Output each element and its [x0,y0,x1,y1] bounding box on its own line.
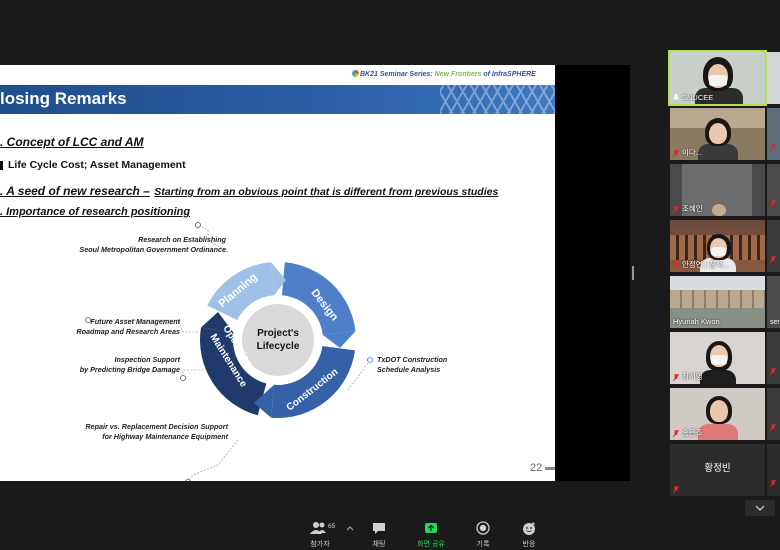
participant-face [712,204,726,216]
anchor-dot [180,375,186,381]
participant-tile-4[interactable]: 안정연 | 참석... [670,220,765,272]
participant-strip-tile[interactable] [767,52,780,104]
annotation-roadmap-line-2: Roadmap and Research Areas [76,327,180,336]
mic-muted-icon [673,206,679,214]
mic-muted-icon [769,419,777,437]
reactions-label: 반응 [522,541,536,548]
participant-body [698,424,738,440]
participant-tile-7[interactable]: 송은조 [670,388,765,440]
participant-tile-6[interactable]: 최서영 [670,332,765,384]
annotation-ordinance-line-1: Research on Establishing [138,235,226,244]
participant-strip-tile[interactable] [767,444,780,496]
participant-name: 이다... [682,148,703,157]
participant-tile-hyunah-kwon[interactable]: Hyunah Kwon [670,276,765,328]
participant-strip-tile[interactable] [767,388,780,440]
participant-strip-tile[interactable] [767,108,780,160]
record-button[interactable]: 기록 [463,520,503,548]
annotation-inspection-line-1: Inspection Support [114,355,180,364]
center-label-2: Lifecycle [257,341,300,352]
share-screen-icon [425,523,437,533]
participant-mask [709,75,727,86]
participant-face [709,123,727,144]
participant-tile-3[interactable]: 조혜인 [670,164,765,216]
participant-strip-tile[interactable] [767,220,780,272]
participant-name: 조혜인 [682,204,703,213]
participant-strip-tile[interactable] [767,332,780,384]
participant-name: Hyunah Kwon [673,317,720,326]
mic-muted-icon [769,251,777,269]
mic-muted-icon [673,150,679,158]
reactions-button[interactable]: 반응 [509,520,549,548]
chat-label: 채팅 [372,541,386,548]
participant-display-name: 황정빈 [704,463,731,474]
anchor-dot [367,357,373,363]
participant-body [698,144,738,160]
slide-page-number: 22 [530,462,543,474]
participant-name: 최서영 [682,372,703,381]
share-screen-button[interactable]: 화면 공유 [411,520,451,548]
chat-button[interactable]: 채팅 [359,520,399,548]
center-label-1: Project's [257,328,299,339]
participant-body [700,370,736,384]
annotation-roadmap-line-1: Future Asset Management [90,317,180,326]
page-indicator-bar [545,467,555,470]
participant-name: sen [770,319,780,326]
annotation-repair: Repair vs. Replacement Decision Support … [60,422,228,442]
mic-on-icon [673,94,679,101]
annotation-inspection: Inspection Support by Predicting Bridge … [60,355,180,375]
reactions-icon [523,522,535,535]
participant-name: 송은조 [682,428,703,437]
participant-strip-tile-sen[interactable]: sen [767,276,780,328]
background-building [670,290,765,308]
mic-muted-icon [673,486,679,494]
participants-label: 참가자 [310,541,330,548]
annotation-txdot-line-2: Schedule Analysis [377,365,441,374]
split-resize-handle[interactable] [632,266,634,280]
record-label: 기록 [476,541,490,548]
gallery-collapse-button[interactable] [745,500,775,516]
chevron-down-icon [755,505,765,511]
participant-tile-no-video[interactable]: 황정빈 [670,444,765,496]
annotation-ordinance-line-2: Seoul Metropolitan Government Ordinance [79,245,226,254]
participant-mask [711,247,726,256]
participant-name: 안정연 | 참석... [682,260,729,269]
participant-tile-snucee[interactable]: SNUCEE [668,50,767,106]
mic-muted-icon [769,139,777,157]
annotation-repair-line-1: Repair vs. Replacement Decision Support [85,422,228,431]
mic-muted-icon [769,363,777,381]
connector-line [187,439,239,481]
mic-muted-icon [673,374,679,382]
anchor-dot [185,479,191,481]
annotation-txdot: TxDOT Construction Schedule Analysis [377,355,487,375]
participant-face [710,400,728,422]
connector-line [182,369,203,378]
chat-icon [373,523,385,534]
participant-name: SNUCEE [682,93,714,102]
annotation-inspection-line-2: by Predicting Bridge Damage [79,365,180,374]
share-screen-label: 화면 공유 [417,541,445,548]
lifecycle-diagram: Project's Lifecycle Planning Design Cons… [85,222,373,481]
participant-tile-2[interactable]: 이다... [670,108,765,160]
participant-strip-tile[interactable] [767,164,780,216]
annotation-txdot-line-1: TxDOT Construction [377,355,448,364]
mic-muted-icon [769,475,777,493]
annotation-repair-line-2: for Highway Maintenance Equipment [102,432,228,441]
annotation-roadmap: Future Asset Management Roadmap and Rese… [60,317,180,337]
record-icon [476,521,490,535]
mic-muted-icon [673,430,679,438]
anchor-dot [195,222,201,228]
mic-muted-icon [769,195,777,213]
participant-mask [711,355,727,365]
annotation-ordinance: Research on Establishing Seoul Metropoli… [60,235,226,255]
mic-muted-icon [673,262,679,270]
